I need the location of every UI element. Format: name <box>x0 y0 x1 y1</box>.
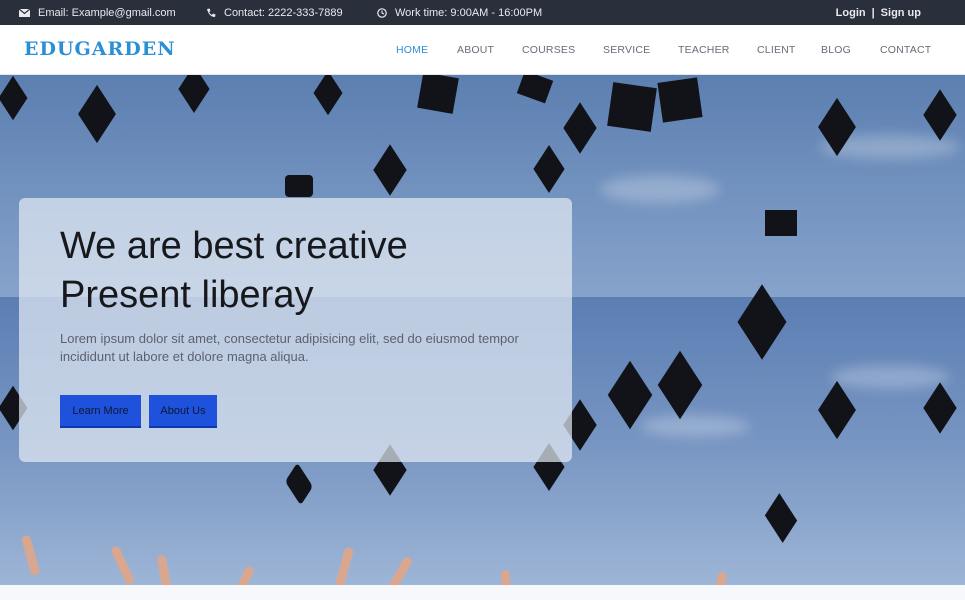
top-info-bar: Email: Example@gmail.com Contact: 2222-3… <box>0 0 965 25</box>
page-bottom-strip <box>0 585 965 600</box>
worktime-text: Work time: 9:00AM - 16:00PM <box>395 6 543 19</box>
nav-courses[interactable]: COURSES <box>522 44 575 56</box>
worktime-info: Work time: 9:00AM - 16:00PM <box>376 0 542 25</box>
nav-client[interactable]: CLIENT <box>757 44 796 56</box>
hero-headline: We are best creative Present liberay <box>60 222 560 320</box>
nav-teacher[interactable]: TEACHER <box>678 44 730 56</box>
learn-more-button[interactable]: Learn More <box>60 395 141 428</box>
contact-info: Contact: 2222-333-7889 <box>205 0 343 25</box>
auth-links: Login | Sign up <box>836 0 921 25</box>
envelope-icon <box>19 7 30 18</box>
hero-headline-line2: Present liberay <box>60 274 314 316</box>
nav-home[interactable]: HOME <box>396 44 428 56</box>
about-us-button[interactable]: About Us <box>149 395 217 428</box>
cloud <box>830 365 950 389</box>
clock-icon <box>376 7 387 18</box>
email-text: Email: Example@gmail.com <box>38 6 176 19</box>
hero-headline-line1: We are best creative <box>60 225 408 267</box>
site-header: EDUGARDEN HOME ABOUT COURSES SERVICE TEA… <box>0 25 965 75</box>
signup-link[interactable]: Sign up <box>881 7 921 19</box>
contact-text: Contact: 2222-333-7889 <box>224 6 343 19</box>
login-link[interactable]: Login <box>836 7 866 19</box>
nav-service[interactable]: SERVICE <box>603 44 650 56</box>
cloud <box>640 415 750 437</box>
site-logo[interactable]: EDUGARDEN <box>24 38 176 60</box>
nav-about[interactable]: ABOUT <box>457 44 494 56</box>
auth-separator: | <box>871 6 875 19</box>
nav-blog[interactable]: BLOG <box>821 44 851 56</box>
hero-subtext: Lorem ipsum dolor sit amet, consectetur … <box>60 331 519 364</box>
phone-icon <box>205 7 216 18</box>
cloud <box>600 175 720 203</box>
email-info: Email: Example@gmail.com <box>19 0 176 25</box>
nav-contact[interactable]: CONTACT <box>880 44 931 56</box>
